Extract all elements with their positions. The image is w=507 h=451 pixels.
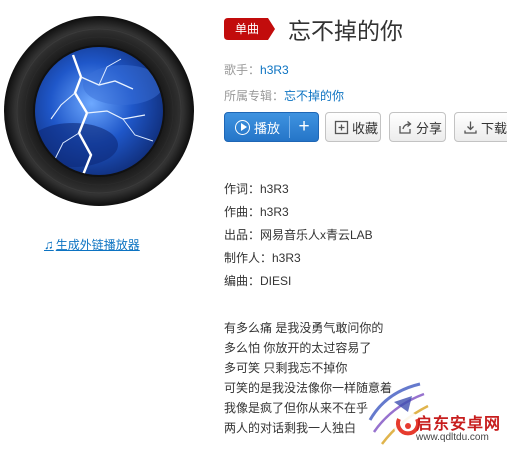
watermark-name: 启东安卓网 bbox=[416, 416, 502, 433]
play-label: 播放 bbox=[254, 120, 281, 136]
album-row: 所属专辑：忘不掉的你 bbox=[224, 87, 344, 104]
download-icon bbox=[464, 121, 477, 134]
credit-producer: 制作人：h3R3 bbox=[224, 251, 301, 265]
credit-arranger: 编曲：DIESI bbox=[224, 274, 292, 288]
artist-row: 歌手：h3R3 bbox=[224, 61, 289, 78]
collect-label: 收藏 bbox=[352, 120, 379, 136]
lyric-line: 两人的对话剩我一人独白 bbox=[224, 421, 357, 435]
play-icon bbox=[235, 119, 250, 135]
album-label: 所属专辑： bbox=[224, 89, 285, 103]
credit-producer-label: 出品：网易音乐人x青云LAB bbox=[224, 228, 373, 242]
album-link[interactable]: 忘不掉的你 bbox=[284, 89, 344, 103]
watermark-url: www.qdltdu.com bbox=[416, 432, 489, 443]
badge-label: 单曲 bbox=[234, 22, 259, 36]
play-button[interactable]: 播放 bbox=[225, 113, 289, 141]
music-note-icon: ♫ bbox=[44, 237, 54, 252]
lyric-line: 可笑的是我没法像你一样随意着 bbox=[224, 381, 393, 395]
download-button[interactable]: 下载 bbox=[454, 112, 507, 142]
lyric-line: 有多么痛 是我没勇气敢问你的 bbox=[224, 321, 384, 335]
artist-link[interactable]: h3R3 bbox=[260, 63, 289, 77]
artist-label: 歌手： bbox=[224, 63, 261, 77]
credits-block: 作词：h3R3 作曲：h3R3 出品：网易音乐人x青云LAB 制作人：h3R3 … bbox=[224, 181, 373, 296]
generate-player-link[interactable]: ♫ 生成外链播放器 bbox=[44, 236, 140, 253]
download-label: 下载 bbox=[481, 120, 507, 136]
collect-icon bbox=[334, 120, 349, 134]
single-badge: 单曲 bbox=[224, 18, 275, 40]
share-label: 分享 bbox=[416, 120, 443, 136]
album-cover bbox=[4, 16, 194, 206]
lyric-line: 我像是疯了但你从来不在乎 bbox=[224, 401, 369, 415]
share-button[interactable]: 分享 bbox=[389, 112, 446, 142]
credit-lyricist: 作词：h3R3 bbox=[224, 182, 289, 196]
lyrics-block: 有多么痛 是我没勇气敢问你的 多么怕 你放开的太过容易了 多可笑 只剩我忘不掉你… bbox=[224, 320, 392, 440]
credit-composer: 作曲：h3R3 bbox=[224, 205, 289, 219]
collect-button[interactable]: 收藏 bbox=[325, 112, 381, 142]
share-icon bbox=[399, 120, 412, 134]
lyric-line: 多么怕 你放开的太过容易了 bbox=[224, 341, 372, 355]
song-title: 忘不掉的你 bbox=[288, 18, 403, 44]
add-to-playlist-button[interactable]: + bbox=[290, 113, 318, 141]
lyric-line: 多可笑 只剩我忘不掉你 bbox=[224, 361, 348, 375]
player-link-label: 生成外链播放器 bbox=[55, 238, 140, 252]
play-button-group: 播放 + bbox=[224, 112, 319, 142]
